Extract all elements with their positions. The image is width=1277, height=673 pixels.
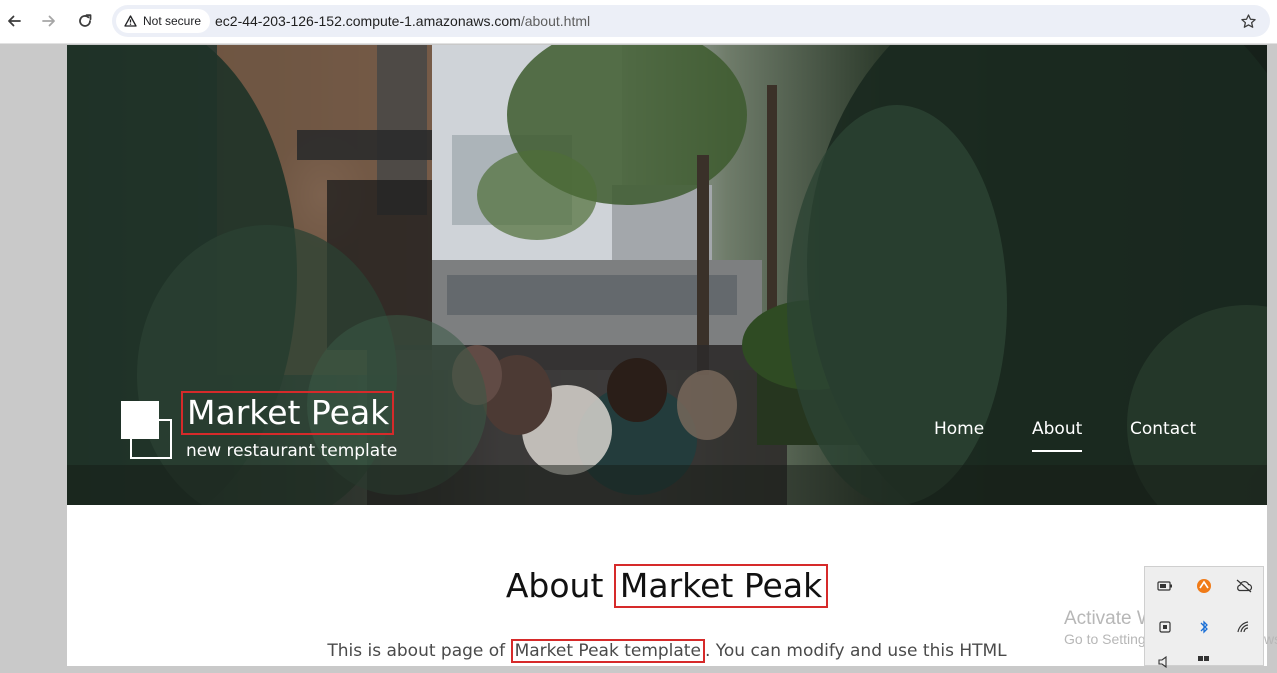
page-title-highlight: Market Peak: [613, 564, 829, 608]
address-bar[interactable]: Not secure ec2-44-203-126-152.compute-1.…: [112, 5, 1270, 37]
url-host: ec2-44-203-126-152.compute-1.amazonaws.c…: [215, 13, 521, 29]
windows-start-icon[interactable]: [1193, 651, 1215, 673]
brand-logo-icon[interactable]: [121, 401, 173, 459]
nav-link-about[interactable]: About: [1032, 419, 1083, 452]
logo-square-outline: [130, 419, 172, 459]
system-tray-flyout: [1144, 566, 1264, 668]
page-title-prefix: About: [505, 566, 604, 605]
url-path: /about.html: [520, 13, 591, 29]
warning-icon: [124, 15, 137, 27]
battery-icon[interactable]: [1154, 575, 1176, 597]
hero-banner: Market Peak new restaurant template Home…: [67, 45, 1267, 505]
forward-icon[interactable]: [36, 8, 62, 34]
page-content: Market Peak new restaurant template Home…: [67, 45, 1267, 666]
browser-toolbar: Not secure ec2-44-203-126-152.compute-1.…: [0, 0, 1277, 44]
about-text-highlight: Market Peak template: [510, 639, 705, 663]
about-text-suffix: . You can modify and use this HTML: [704, 641, 1007, 661]
reload-icon[interactable]: [72, 8, 98, 34]
back-icon[interactable]: [1, 8, 27, 34]
wifi-icon[interactable]: [1233, 616, 1255, 638]
page-title: About Market Peak: [67, 564, 1267, 608]
device-icon[interactable]: [1154, 616, 1176, 638]
brand-subtitle: new restaurant template: [186, 441, 398, 461]
bluetooth-icon[interactable]: [1193, 616, 1215, 638]
hero-background-image: [67, 45, 1267, 505]
star-icon[interactable]: [1238, 11, 1258, 31]
about-text-prefix: This is about page of: [327, 641, 511, 661]
app-tray-icon[interactable]: [1193, 575, 1215, 597]
brand-title[interactable]: Market Peak: [181, 391, 395, 435]
url-text[interactable]: ec2-44-203-126-152.compute-1.amazonaws.c…: [215, 5, 590, 37]
security-label: Not secure: [143, 14, 202, 28]
site-info-button[interactable]: Not secure: [116, 9, 211, 33]
nav-link-home[interactable]: Home: [934, 419, 984, 439]
volume-icon[interactable]: [1154, 651, 1176, 673]
nav-link-contact[interactable]: Contact: [1130, 419, 1196, 439]
cloud-off-icon[interactable]: [1233, 575, 1255, 597]
